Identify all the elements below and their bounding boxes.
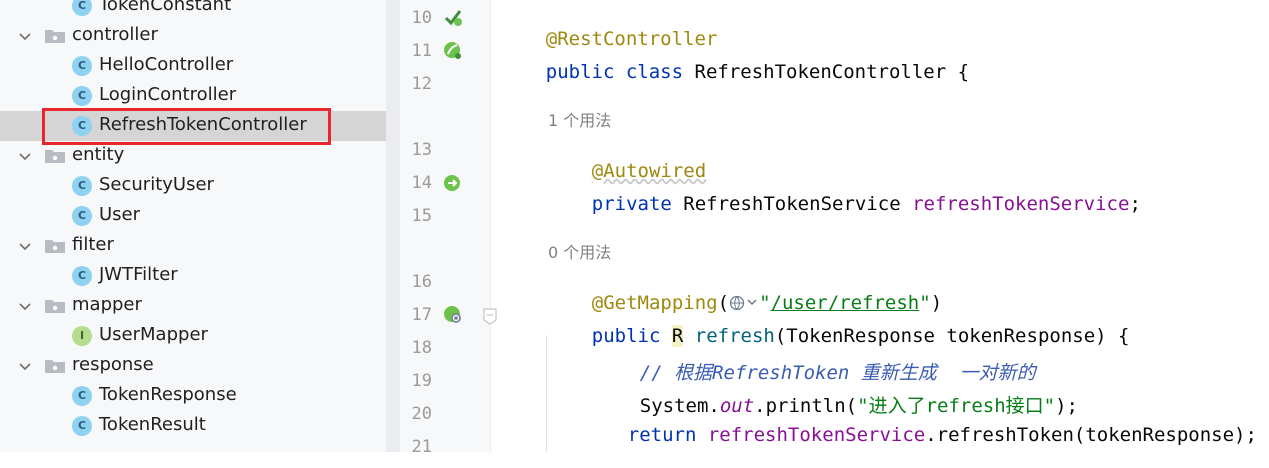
tree-item-label: TokenResult <box>99 414 206 435</box>
autowired-navigate-icon[interactable] <box>442 172 464 194</box>
tree-item-label: filter <box>72 234 114 255</box>
tree-class-item[interactable]: C User <box>0 201 386 231</box>
line-number: 19 <box>411 371 432 391</box>
tree-package-item[interactable]: filter <box>0 231 386 261</box>
tree-item-label: TokenResponse <box>99 384 237 405</box>
class-name: RefreshTokenController { <box>694 61 970 83</box>
class-icon: C <box>72 206 92 226</box>
tree-item-label: controller <box>72 24 158 45</box>
highlight-box <box>42 108 331 145</box>
tree-package-item[interactable]: response <box>0 351 386 381</box>
tree-class-item[interactable]: C TokenResponse <box>0 381 386 411</box>
code-line-20: return refreshTokenService.refreshToken(… <box>582 402 1257 468</box>
class-icon: C <box>72 416 92 436</box>
class-icon: C <box>72 86 92 106</box>
tree-class-item[interactable]: C HelloController <box>0 51 386 81</box>
line-number: 18 <box>411 338 432 358</box>
tree-item-label: mapper <box>72 294 142 315</box>
chevron-down-icon[interactable] <box>17 358 33 374</box>
spring-bean-check-icon[interactable] <box>442 6 464 28</box>
tree-item-label: TokenConstant <box>99 0 232 15</box>
semicolon: ; <box>1129 193 1141 215</box>
package-folder-icon <box>45 30 65 43</box>
keyword: private <box>591 193 672 215</box>
tree-class-item[interactable]: C TokenConstant <box>0 0 386 21</box>
chevron-down-icon[interactable] <box>17 238 33 254</box>
line-number: 12 <box>411 74 432 94</box>
field-name: refreshTokenService <box>707 424 926 446</box>
tree-class-item[interactable]: C LoginController <box>0 81 386 111</box>
class-icon: C <box>72 266 92 286</box>
class-icon: C <box>72 386 92 406</box>
line-number: 17 <box>411 305 432 325</box>
class-icon: C <box>72 56 92 76</box>
code-line-14: private RefreshTokenService refreshToken… <box>546 171 1141 237</box>
line-number: 20 <box>411 404 432 424</box>
line-number: 15 <box>411 206 432 226</box>
field-name: refreshTokenService <box>912 193 1130 215</box>
project-tree[interactable]: C TokenConstant controller C HelloController… <box>0 0 386 452</box>
spring-bean-icon[interactable] <box>442 40 464 62</box>
panel-divider[interactable] <box>386 0 400 452</box>
package-folder-icon <box>45 300 65 313</box>
tree-item-label: HelloController <box>99 54 234 75</box>
keyword: public <box>545 61 615 83</box>
package-folder-icon <box>45 360 65 373</box>
interface-icon: I <box>72 326 92 346</box>
tree-class-item[interactable]: I UserMapper <box>0 321 386 351</box>
tree-item-label: UserMapper <box>99 324 208 345</box>
type-name: RefreshTokenService <box>683 193 901 215</box>
tree-class-item[interactable]: C SecurityUser <box>0 171 386 201</box>
line-number: 13 <box>411 140 432 160</box>
tree-item-label: JWTFilter <box>99 264 178 285</box>
keyword: class <box>625 61 684 83</box>
usage-hint[interactable]: 0 个用法 <box>548 239 611 263</box>
request-mapping-icon[interactable] <box>442 304 464 326</box>
class-icon: C <box>72 0 92 16</box>
tree-package-item[interactable]: mapper <box>0 291 386 321</box>
package-folder-icon <box>45 240 65 253</box>
package-folder-icon <box>45 150 65 163</box>
code-editor[interactable]: @RestController public class RefreshToke… <box>490 0 1269 452</box>
line-number: 14 <box>411 173 432 193</box>
class-icon: C <box>72 176 92 196</box>
tree-item-label: LoginController <box>99 84 237 105</box>
chevron-down-icon[interactable] <box>17 298 33 314</box>
tree-class-item[interactable]: C TokenResult <box>0 411 386 441</box>
keyword: return <box>627 424 697 446</box>
line-number: 21 <box>411 437 432 457</box>
tree-package-item[interactable]: entity <box>0 141 386 171</box>
usage-hint[interactable]: 1 个用法 <box>548 107 611 131</box>
tree-item-label: SecurityUser <box>99 174 214 195</box>
tree-class-item[interactable]: C JWTFilter <box>0 261 386 291</box>
method-call: .refreshToken(tokenResponse); <box>925 424 1257 446</box>
chevron-down-icon[interactable] <box>17 148 33 164</box>
line-number: 16 <box>411 272 432 292</box>
code-line-11: public class RefreshTokenController { <box>500 39 969 105</box>
tree-item-label: entity <box>72 144 125 165</box>
line-number: 10 <box>411 8 432 28</box>
tree-item-label: User <box>99 204 141 225</box>
tree-package-item[interactable]: controller <box>0 21 386 51</box>
chevron-down-icon[interactable] <box>17 28 33 44</box>
line-number: 11 <box>411 41 432 61</box>
tree-item-label: response <box>72 354 154 375</box>
